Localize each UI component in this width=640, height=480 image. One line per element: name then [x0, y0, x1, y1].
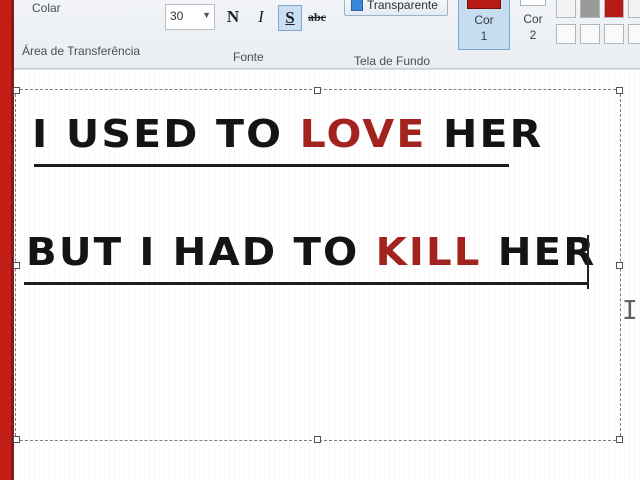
line1-highlight-word: LOVE: [299, 112, 427, 156]
line2-text-end: HER: [481, 230, 597, 274]
palette-swatch[interactable]: [580, 0, 600, 18]
color1-label: Cor: [474, 13, 494, 27]
resize-handle[interactable]: [13, 262, 20, 269]
underline-button[interactable]: S: [278, 5, 302, 31]
resize-handle[interactable]: [616, 436, 623, 443]
palette-swatch[interactable]: [628, 24, 640, 44]
palette-swatch[interactable]: [604, 0, 624, 18]
paste-button[interactable]: Colar: [32, 1, 61, 15]
color1-number: 1: [480, 29, 488, 43]
line1-text-start: I USED TO: [32, 112, 300, 156]
color1-button[interactable]: Cor 1: [458, 0, 510, 50]
line1-underline: [34, 164, 509, 167]
font-group-label: Fonte: [233, 50, 264, 64]
line2-text-start: BUT I HAD TO: [26, 230, 376, 274]
color2-number: 2: [529, 28, 537, 42]
palette-swatch[interactable]: [604, 24, 624, 44]
background-group-label: Tela de Fundo: [354, 54, 431, 68]
transparent-label: Transparente: [367, 0, 438, 12]
bold-button[interactable]: N: [222, 5, 244, 29]
transparent-option[interactable]: Transparente: [344, 0, 448, 16]
strikethrough-button[interactable]: abc: [306, 5, 328, 29]
text-line-1: I USED TO LOVE HER: [32, 112, 543, 156]
ibeam-cursor-icon: I: [622, 296, 638, 326]
palette-swatch[interactable]: [628, 0, 640, 18]
resize-handle[interactable]: [13, 436, 20, 443]
color2-swatch: [520, 0, 546, 6]
clipboard-group-label: Área de Transferência: [22, 44, 141, 58]
font-size-select[interactable]: 30 ▼: [165, 4, 215, 30]
drawing-canvas[interactable]: I USED TO LOVE HER BUT I HAD TO KILL HER…: [13, 70, 640, 480]
palette-swatch[interactable]: [580, 24, 600, 44]
line2-highlight-word: KILL: [375, 230, 482, 274]
resize-handle[interactable]: [314, 436, 321, 443]
resize-handle[interactable]: [13, 87, 20, 94]
color2-label: Cor: [523, 12, 543, 26]
palette-swatch[interactable]: [556, 24, 576, 44]
resize-handle[interactable]: [616, 87, 623, 94]
text-cursor: [587, 235, 589, 289]
resize-handle[interactable]: [616, 262, 623, 269]
ribbon: Colar Área de Transferência 30 ▼ N I S a…: [14, 0, 640, 69]
italic-button[interactable]: I: [250, 5, 272, 29]
color1-swatch: [467, 0, 501, 9]
font-size-value: 30: [170, 9, 184, 23]
palette-swatch[interactable]: [556, 0, 576, 18]
color2-button[interactable]: Cor 2: [514, 0, 552, 48]
resize-handle[interactable]: [314, 87, 321, 94]
chevron-down-icon[interactable]: ▼: [202, 10, 211, 20]
line1-text-end: HER: [426, 112, 544, 156]
text-selection-box[interactable]: I USED TO LOVE HER BUT I HAD TO KILL HER: [13, 87, 623, 443]
text-line-2: BUT I HAD TO KILL HER: [26, 230, 596, 274]
window-left-edge: [0, 0, 14, 480]
radio-icon: [351, 0, 363, 11]
line2-underline: [24, 282, 588, 285]
